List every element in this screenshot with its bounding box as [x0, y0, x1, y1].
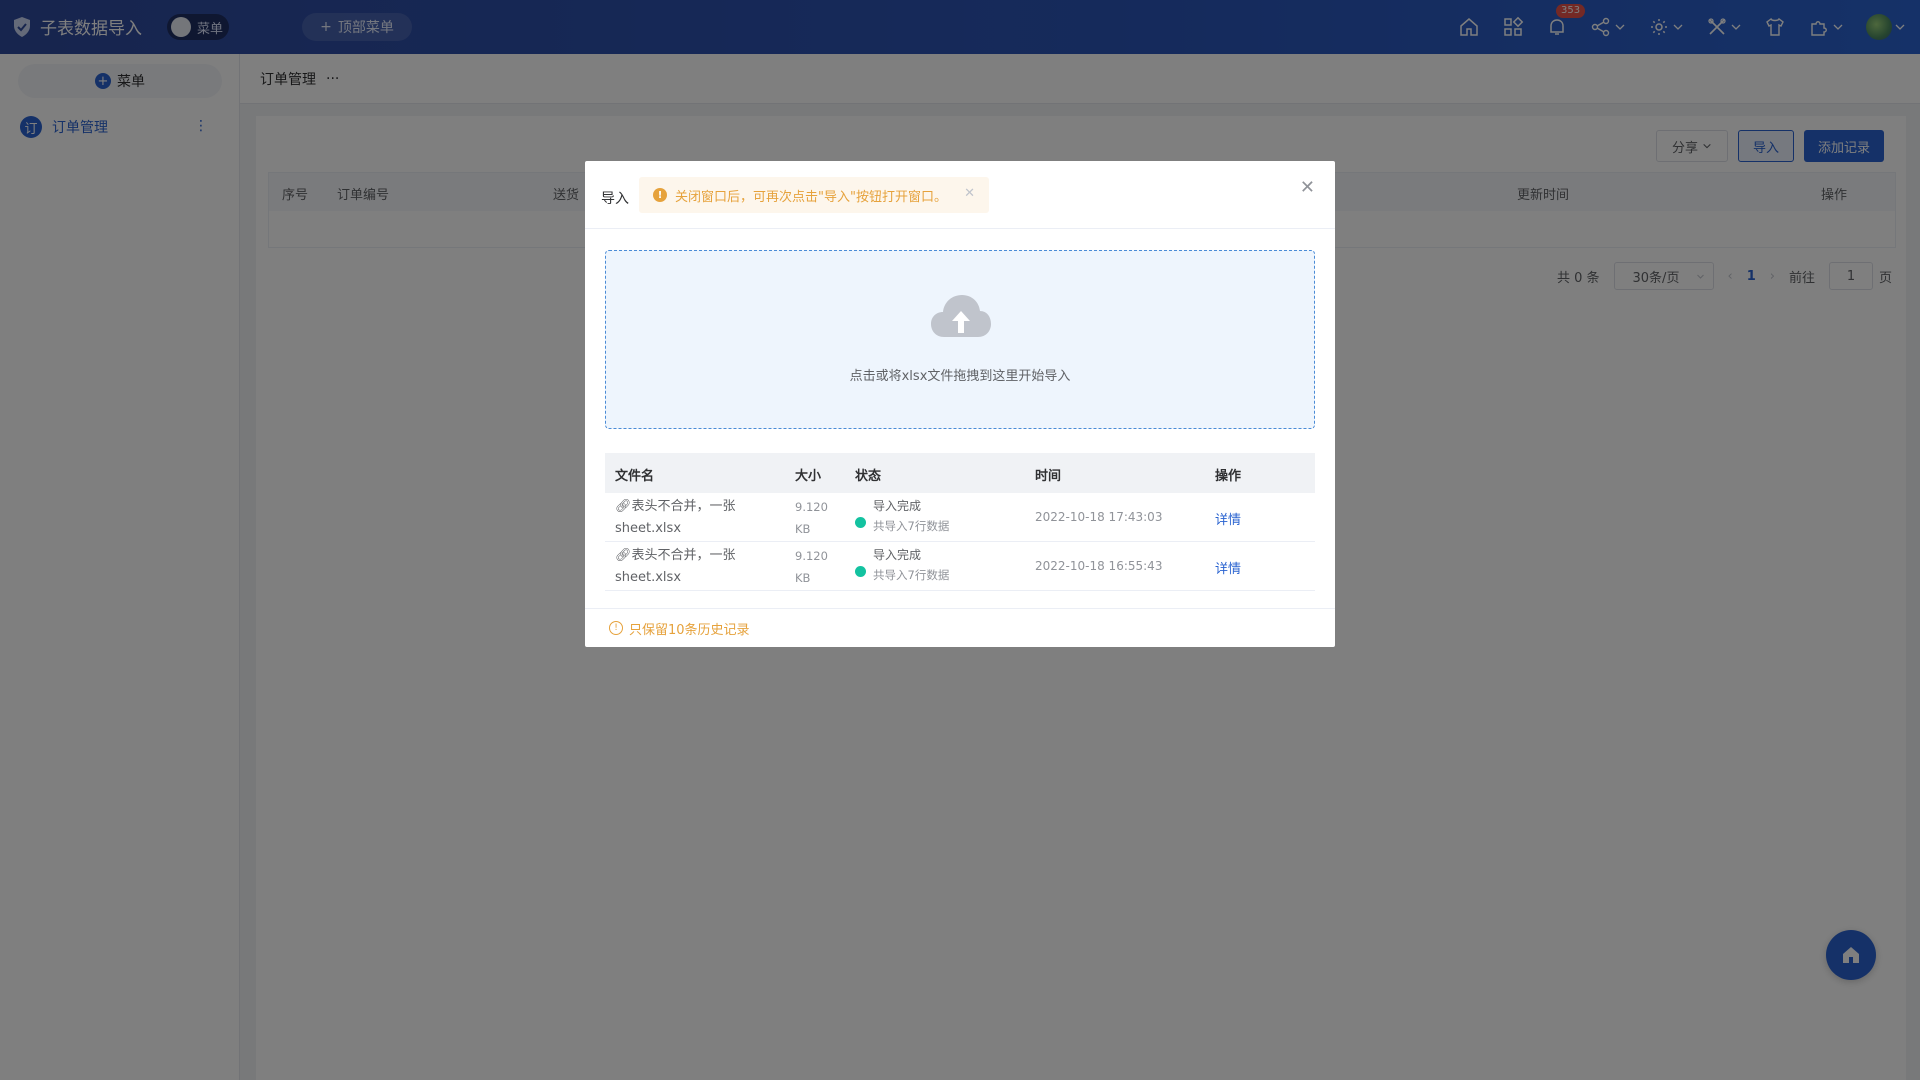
- import-dialog: 导入 ! 关闭窗口后，可再次点击"导入"按钮打开窗口。 ✕ ✕ 点击或将xlsx…: [585, 161, 1335, 647]
- file-name: 🔗︎表头不合并，一张sheet.xlsx: [615, 496, 781, 540]
- attachment-icon: 🔗︎: [615, 499, 632, 514]
- attachment-icon: 🔗︎: [615, 548, 632, 563]
- column-header: 文件名: [615, 469, 655, 484]
- dropzone-text: 点击或将xlsx文件拖拽到这里开始导入: [849, 369, 1071, 384]
- import-time: 2022-10-18 17:43:03: [1035, 510, 1163, 524]
- dialog-footer: ! 只保留10条历史记录: [585, 608, 1335, 647]
- status-text: 导入完成: [873, 548, 922, 562]
- table-row: 🔗︎表头不合并，一张sheet.xlsx 9.120 KB 导入完成 共导入7行…: [605, 493, 1315, 542]
- file-name-text: 表头不合并，一张sheet.xlsx: [615, 548, 736, 585]
- column-header: 操作: [1215, 469, 1242, 484]
- column-header: 时间: [1035, 469, 1062, 484]
- dialog-header: 导入 ! 关闭窗口后，可再次点击"导入"按钮打开窗口。 ✕ ✕: [585, 161, 1335, 229]
- success-dot-icon: [855, 566, 866, 577]
- import-time: 2022-10-18 16:55:43: [1035, 559, 1163, 573]
- table-row: 🔗︎表头不合并，一张sheet.xlsx 9.120 KB 导入完成 共导入7行…: [605, 542, 1315, 591]
- upload-dropzone[interactable]: 点击或将xlsx文件拖拽到这里开始导入: [605, 250, 1315, 429]
- file-size: 9.120 KB: [795, 549, 828, 585]
- status-text: 导入完成: [873, 499, 922, 513]
- detail-link[interactable]: 详情: [1215, 558, 1241, 577]
- success-dot-icon: [855, 517, 866, 528]
- column-header: 大小: [795, 469, 822, 484]
- detail-link[interactable]: 详情: [1215, 509, 1241, 528]
- cloud-upload-icon: [931, 295, 991, 337]
- alert-close-icon[interactable]: ✕: [964, 186, 975, 201]
- table-header: 文件名 大小 状态 时间 操作: [605, 453, 1315, 493]
- status-detail: 共导入7行数据: [873, 519, 950, 533]
- footer-text: 只保留10条历史记录: [629, 622, 750, 638]
- column-header: 状态: [855, 469, 882, 484]
- status-detail: 共导入7行数据: [873, 568, 950, 582]
- warning-alert: ! 关闭窗口后，可再次点击"导入"按钮打开窗口。 ✕: [639, 177, 989, 213]
- file-name-text: 表头不合并，一张sheet.xlsx: [615, 499, 736, 536]
- file-size: 9.120 KB: [795, 500, 828, 536]
- info-icon: !: [609, 621, 623, 635]
- import-history-table: 文件名 大小 状态 时间 操作 🔗︎表头不合并，一张sheet.xlsx 9.1…: [605, 453, 1315, 591]
- warning-icon: !: [653, 188, 667, 202]
- dialog-title: 导入: [601, 191, 629, 207]
- close-icon[interactable]: ✕: [1300, 177, 1315, 198]
- file-name: 🔗︎表头不合并，一张sheet.xlsx: [615, 545, 781, 589]
- alert-text: 关闭窗口后，可再次点击"导入"按钮打开窗口。: [675, 189, 947, 205]
